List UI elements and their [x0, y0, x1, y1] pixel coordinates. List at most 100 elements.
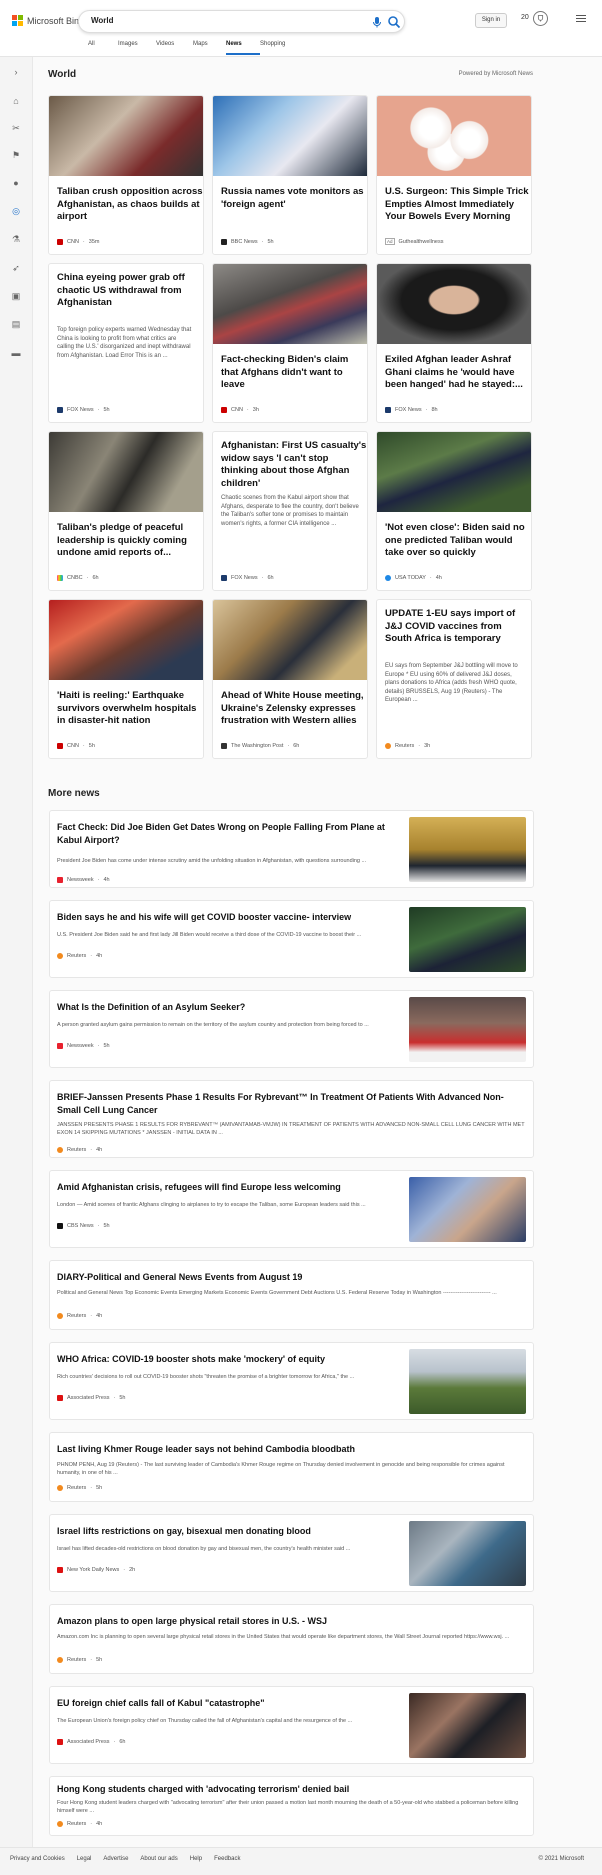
card-snippet: Chaotic scenes from the Kabul airport sh…	[221, 495, 359, 527]
rocket-icon[interactable]: ➶	[11, 263, 21, 273]
news-list-item[interactable]: EU foreign chief calls fall of Kabul "ca…	[49, 1686, 534, 1764]
card-title[interactable]: Exiled Afghan leader Ashraf Ghani claims…	[385, 354, 531, 392]
search-icon[interactable]	[387, 15, 401, 29]
science-icon[interactable]: ⚗	[11, 234, 21, 244]
card-source: BBC News · 5h	[221, 239, 274, 245]
item-thumbnail	[409, 1177, 526, 1242]
news-list-item[interactable]: Israel lifts restrictions on gay, bisexu…	[49, 1514, 534, 1592]
item-title[interactable]: WHO Africa: COVID-19 booster shots make …	[57, 1353, 397, 1366]
item-snippet: A person granted asylum gains permission…	[57, 1022, 369, 1028]
card-title[interactable]: Taliban crush opposition across Afghanis…	[57, 186, 203, 224]
film-icon[interactable]: ▣	[11, 291, 21, 301]
search-input[interactable]: World	[91, 16, 114, 25]
card-title[interactable]: 'Haiti is reeling:' Earthquake survivors…	[57, 690, 203, 728]
news-card[interactable]: 'Haiti is reeling:' Earthquake survivors…	[48, 599, 204, 759]
news-list-item[interactable]: Amid Afghanistan crisis, refugees will f…	[49, 1170, 534, 1248]
footer-link-feedback[interactable]: Feedback	[214, 1856, 240, 1862]
flag-icon[interactable]: ⚑	[11, 150, 21, 160]
news-list-item[interactable]: Amazon plans to open large physical reta…	[49, 1604, 534, 1674]
item-title[interactable]: Hong Kong students charged with 'advocat…	[57, 1783, 527, 1796]
microphone-icon[interactable]	[371, 16, 383, 28]
tab-news[interactable]: News	[226, 41, 260, 55]
sign-in-button[interactable]: Sign in	[475, 13, 507, 28]
news-list-item[interactable]: Biden says he and his wife will get COVI…	[49, 900, 534, 978]
card-image	[49, 432, 203, 512]
news-card[interactable]: Afghanistan: First US casualty's widow s…	[212, 431, 368, 591]
news-card[interactable]: Ahead of White House meeting, Ukraine's …	[212, 599, 368, 759]
news-card[interactable]: Taliban crush opposition across Afghanis…	[48, 95, 204, 255]
card-title[interactable]: China eyeing power grab off chaotic US w…	[57, 272, 203, 310]
footer-link-privacy[interactable]: Privacy and Cookies	[10, 1856, 65, 1862]
search-scope-tabs: All Images Videos Maps News Shopping	[88, 41, 300, 55]
card-title[interactable]: UPDATE 1-EU says import of J&J COVID vac…	[385, 608, 531, 646]
news-card[interactable]: Fact-checking Biden's claim that Afghans…	[212, 263, 368, 423]
new-york-daily-news-logo-icon	[57, 1567, 63, 1573]
item-title[interactable]: Amazon plans to open large physical reta…	[57, 1615, 527, 1628]
news-list-item[interactable]: BRIEF-Janssen Presents Phase 1 Results F…	[49, 1080, 534, 1158]
news-list-item[interactable]: Fact Check: Did Joe Biden Get Dates Wron…	[49, 810, 534, 888]
powered-by[interactable]: Powered by Microsoft News	[459, 71, 533, 77]
item-title[interactable]: DIARY-Political and General News Events …	[57, 1271, 527, 1284]
hamburger-menu-icon[interactable]	[576, 15, 586, 23]
money-icon[interactable]: ▬	[11, 348, 21, 358]
footer-link-legal[interactable]: Legal	[77, 1856, 92, 1862]
footer-links: Privacy and Cookies Legal Advertise Abou…	[10, 1856, 240, 1862]
news-list-item[interactable]: What Is the Definition of an Asylum Seek…	[49, 990, 534, 1068]
item-title[interactable]: Israel lifts restrictions on gay, bisexu…	[57, 1525, 397, 1538]
news-card[interactable]: China eyeing power grab off chaotic US w…	[48, 263, 204, 423]
chevron-right-icon[interactable]: ›	[11, 67, 21, 77]
item-title[interactable]: Biden says he and his wife will get COVI…	[57, 911, 397, 924]
item-title[interactable]: BRIEF-Janssen Presents Phase 1 Results F…	[57, 1091, 527, 1117]
footer-link-advertise[interactable]: Advertise	[103, 1856, 128, 1862]
card-title[interactable]: Fact-checking Biden's claim that Afghans…	[221, 354, 367, 392]
news-list-item[interactable]: WHO Africa: COVID-19 booster shots make …	[49, 1342, 534, 1420]
news-list-item[interactable]: Last living Khmer Rouge leader says not …	[49, 1432, 534, 1502]
card-source: FOX News · 6h	[221, 575, 274, 581]
card-source: CNN · 3h	[221, 407, 259, 413]
home-icon[interactable]: ⌂	[11, 96, 21, 106]
card-image	[377, 264, 531, 344]
tab-all[interactable]: All	[88, 41, 118, 55]
item-title[interactable]: Amid Afghanistan crisis, refugees will f…	[57, 1181, 397, 1194]
item-source: CBS News · 5h	[57, 1223, 110, 1229]
ad-card[interactable]: U.S. Surgeon: This Simple Trick Empties …	[376, 95, 532, 255]
building-icon[interactable]: ▤	[11, 319, 21, 329]
search-box[interactable]: World	[78, 10, 405, 33]
card-title[interactable]: Ahead of White House meeting, Ukraine's …	[221, 690, 367, 728]
item-title[interactable]: What Is the Definition of an Asylum Seek…	[57, 1001, 397, 1014]
cnn-logo-icon	[57, 239, 63, 245]
globe-icon[interactable]: ◎	[11, 206, 21, 216]
location-pin-icon[interactable]: ●	[11, 178, 21, 188]
card-source: Ad Guthealthwellness	[385, 238, 444, 245]
card-source: USA TODAY · 4h	[385, 575, 442, 581]
tab-shopping[interactable]: Shopping	[260, 41, 300, 55]
item-thumbnail	[409, 817, 526, 882]
footer-link-help[interactable]: Help	[190, 1856, 202, 1862]
news-card[interactable]: Russia names vote monitors as 'foreign a…	[212, 95, 368, 255]
news-card[interactable]: Taliban's pledge of peaceful leadership …	[48, 431, 204, 591]
item-title[interactable]: EU foreign chief calls fall of Kabul "ca…	[57, 1697, 397, 1710]
usa-today-logo-icon	[385, 575, 391, 581]
news-card[interactable]: Exiled Afghan leader Ashraf Ghani claims…	[376, 263, 532, 423]
card-title[interactable]: Russia names vote monitors as 'foreign a…	[221, 186, 367, 211]
cnn-logo-icon	[57, 743, 63, 749]
item-title[interactable]: Fact Check: Did Joe Biden Get Dates Wron…	[57, 821, 397, 847]
rewards-count[interactable]: 20	[521, 14, 529, 21]
card-image	[213, 96, 367, 176]
tab-images[interactable]: Images	[118, 41, 156, 55]
rewards-trophy-icon[interactable]	[533, 11, 548, 26]
card-title[interactable]: U.S. Surgeon: This Simple Trick Empties …	[385, 186, 531, 224]
card-title[interactable]: Afghanistan: First US casualty's widow s…	[221, 440, 367, 490]
tab-maps[interactable]: Maps	[193, 41, 226, 55]
card-title[interactable]: 'Not even close': Biden said no one pred…	[385, 522, 531, 560]
news-list-item[interactable]: Hong Kong students charged with 'advocat…	[49, 1776, 534, 1836]
news-card[interactable]: UPDATE 1-EU says import of J&J COVID vac…	[376, 599, 532, 759]
card-title[interactable]: Taliban's pledge of peaceful leadership …	[57, 522, 203, 560]
item-title[interactable]: Last living Khmer Rouge leader says not …	[57, 1443, 527, 1456]
tab-videos[interactable]: Videos	[156, 41, 193, 55]
sports-icon[interactable]: ✂	[11, 123, 21, 133]
footer-link-about-ads[interactable]: About our ads	[140, 1856, 177, 1862]
news-list-item[interactable]: DIARY-Political and General News Events …	[49, 1260, 534, 1330]
news-card[interactable]: 'Not even close': Biden said no one pred…	[376, 431, 532, 591]
bing-logo[interactable]: Microsoft Bing	[12, 15, 84, 26]
